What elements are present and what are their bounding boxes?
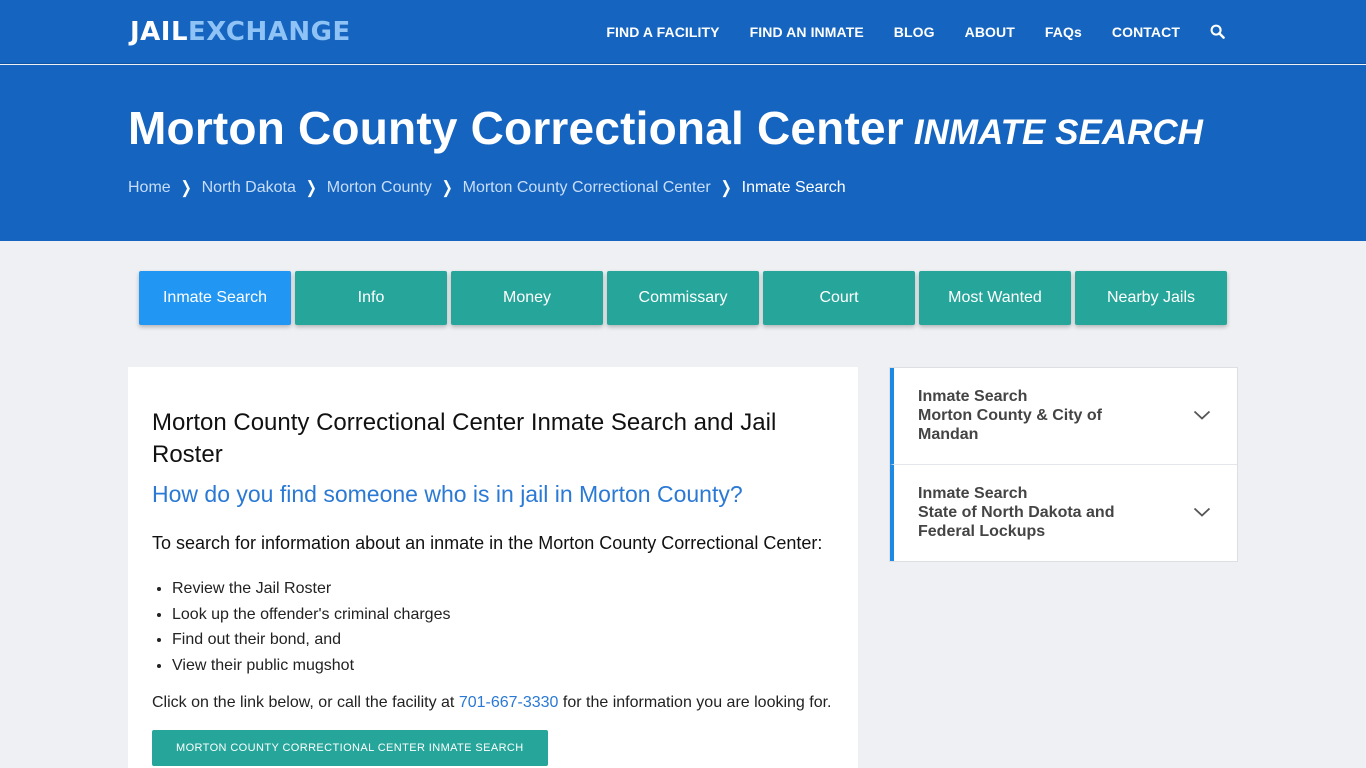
content-heading: Morton County Correctional Center Inmate…: [152, 409, 777, 468]
sidebar-item-sublabel: State of North Dakota and Federal Lockup…: [918, 504, 1115, 540]
sidebar-item-sublabel: Morton County & City of Mandan: [918, 407, 1102, 443]
content-intro: To search for information about an inmat…: [152, 533, 823, 553]
nav-find-facility[interactable]: FIND A FACILITY: [606, 24, 719, 40]
sidebar-item-county-search[interactable]: Inmate Search Morton County & City of Ma…: [890, 368, 1237, 465]
page-title-sub: INMATE SEARCH: [913, 113, 1203, 152]
sidebar-item-state-search[interactable]: Inmate Search State of North Dakota and …: [890, 465, 1237, 561]
call-text-after: for the information you are looking for.: [558, 694, 832, 711]
chevron-right-icon: ❯: [441, 177, 453, 198]
list-item: Look up the offender's criminal charges: [172, 602, 834, 628]
info-list: Review the Jail Roster Look up the offen…: [152, 576, 834, 678]
tab-nearby-jails[interactable]: Nearby Jails: [1075, 271, 1227, 325]
sidebar-item-label: Inmate Search: [918, 485, 1028, 502]
tab-most-wanted[interactable]: Most Wanted: [919, 271, 1071, 325]
nav-contact[interactable]: CONTACT: [1112, 24, 1180, 40]
tab-money[interactable]: Money: [451, 271, 603, 325]
chevron-right-icon: ❯: [180, 177, 192, 198]
chevron-down-icon[interactable]: [1193, 408, 1211, 422]
page-hero: Morton County Correctional Center INMATE …: [0, 65, 1366, 241]
nav-faqs[interactable]: FAQs: [1045, 24, 1082, 40]
tab-court[interactable]: Court: [763, 271, 915, 325]
nav-about[interactable]: ABOUT: [965, 24, 1015, 40]
breadcrumb: Home ❯ North Dakota ❯ Morton County ❯ Mo…: [128, 177, 846, 198]
call-paragraph: Click on the link below, or call the fac…: [152, 694, 834, 712]
nav-blog[interactable]: BLOG: [894, 24, 935, 40]
sidebar-item-label: Inmate Search: [918, 388, 1028, 405]
logo-part-exchange: EXCHANGE: [188, 17, 351, 47]
search-icon[interactable]: [1210, 24, 1226, 40]
breadcrumb-home[interactable]: Home: [128, 179, 171, 197]
content-question: How do you find someone who is in jail i…: [152, 481, 743, 507]
main-nav: FIND A FACILITY FIND AN INMATE BLOG ABOU…: [576, 0, 1226, 64]
sidebar-accordion: Inmate Search Morton County & City of Ma…: [889, 367, 1238, 562]
inmate-search-button[interactable]: MORTON COUNTY CORRECTIONAL CENTER INMATE…: [152, 730, 548, 766]
top-navbar: JAILEXCHANGE FIND A FACILITY FIND AN INM…: [0, 0, 1366, 64]
list-item: View their public mugshot: [172, 653, 834, 679]
chevron-down-icon[interactable]: [1193, 505, 1211, 519]
page-title-main: Morton County Correctional Center: [128, 102, 904, 154]
call-text-before: Click on the link below, or call the fac…: [152, 694, 459, 711]
section-tabs: Inmate Search Info Money Commissary Cour…: [139, 271, 1231, 325]
list-item: Find out their bond, and: [172, 627, 834, 653]
tab-inmate-search[interactable]: Inmate Search: [139, 271, 291, 325]
breadcrumb-county[interactable]: Morton County: [327, 179, 432, 197]
site-logo[interactable]: JAILEXCHANGE: [130, 17, 351, 47]
chevron-right-icon: ❯: [305, 177, 317, 198]
logo-part-jail: JAIL: [130, 17, 189, 47]
main-content-card: Morton County Correctional Center Inmate…: [128, 367, 858, 768]
phone-link[interactable]: 701-667-3330: [459, 694, 559, 711]
breadcrumb-current: Inmate Search: [741, 179, 846, 196]
nav-find-inmate[interactable]: FIND AN INMATE: [750, 24, 864, 40]
breadcrumb-facility[interactable]: Morton County Correctional Center: [463, 179, 711, 197]
list-item: Review the Jail Roster: [172, 576, 834, 602]
tab-info[interactable]: Info: [295, 271, 447, 325]
breadcrumb-state[interactable]: North Dakota: [202, 179, 296, 197]
tab-commissary[interactable]: Commissary: [607, 271, 759, 325]
page-title: Morton County Correctional Center INMATE …: [128, 101, 1203, 155]
chevron-right-icon: ❯: [720, 177, 732, 198]
